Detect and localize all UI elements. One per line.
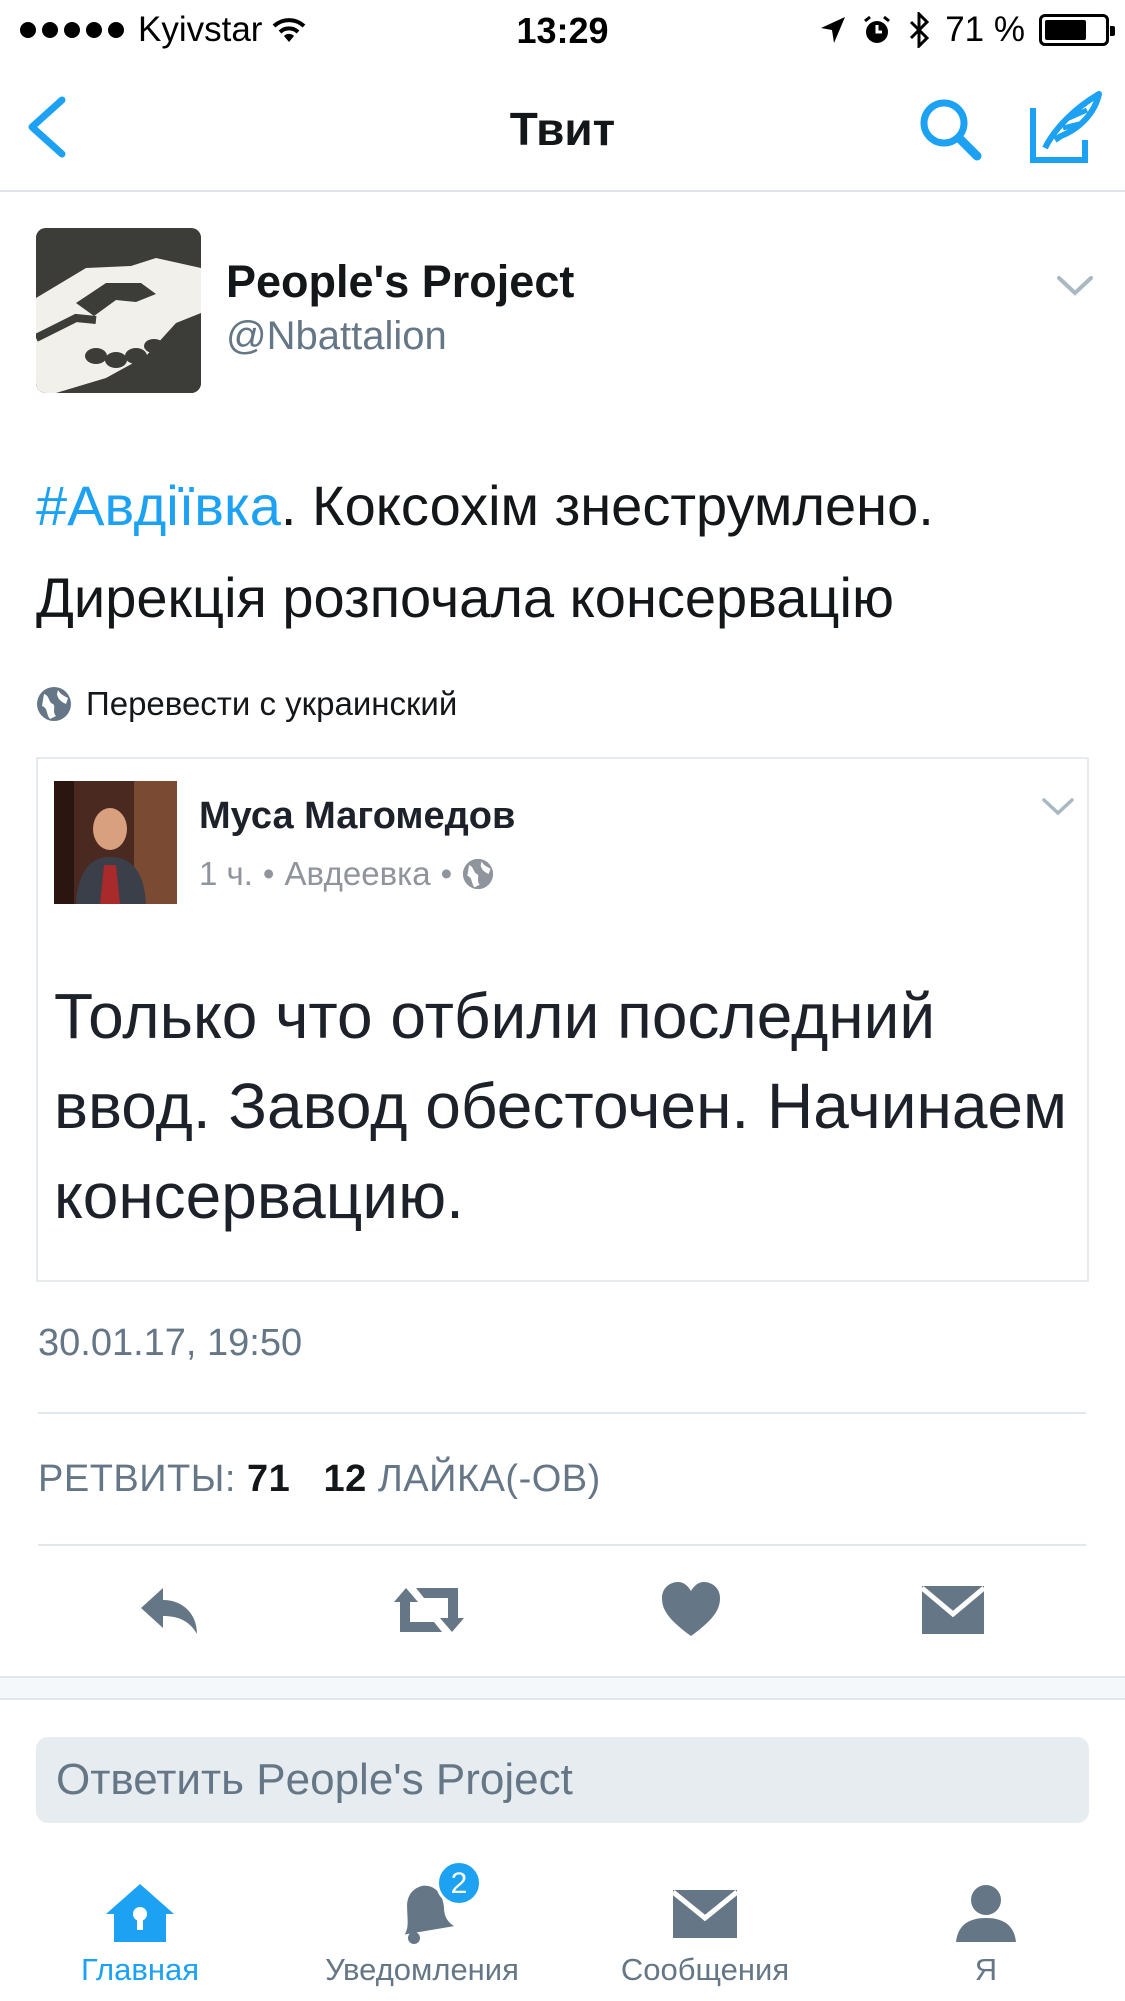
translate-label: Перевести с украинский <box>86 685 458 722</box>
battery-icon <box>1039 14 1115 46</box>
post-meta: 1 ч. • Авдеевка • <box>199 855 494 893</box>
tab-notifications[interactable]: 2 Уведомления <box>302 1858 542 2001</box>
post-options-chevron-icon[interactable] <box>1041 797 1075 817</box>
reply-input[interactable]: Ответить People's Project <box>36 1737 1089 1823</box>
person-photo-icon <box>54 781 177 904</box>
tab-bar: Главная 2 Уведомления Сообщения Я <box>0 1858 1125 2001</box>
tab-me[interactable]: Я <box>866 1858 1106 2001</box>
likes-count[interactable]: 12 <box>324 1458 367 1500</box>
divider <box>38 1544 1086 1546</box>
author-avatar[interactable] <box>36 228 201 393</box>
tweet-options-chevron-icon[interactable] <box>1055 274 1095 298</box>
post-text: Только что отбили последний ввод. Завод … <box>54 980 1067 1232</box>
handshake-logo-icon <box>36 228 201 393</box>
status-bar: Kyivstar 13:29 71 % <box>0 0 1125 62</box>
translate-link[interactable]: Перевести с украинский <box>36 685 457 723</box>
meta-separator: • <box>262 855 275 892</box>
compose-tweet-icon[interactable] <box>1025 88 1105 166</box>
location-arrow-icon <box>821 17 846 43</box>
likes-label[interactable]: ЛАЙКА(-ОВ) <box>378 1458 601 1500</box>
author-name[interactable]: People's Project <box>226 256 574 308</box>
reply-icon[interactable] <box>135 1580 205 1640</box>
tab-home-label: Главная <box>81 1952 199 1987</box>
home-icon <box>106 1884 174 1942</box>
tab-messages[interactable]: Сообщения <box>585 1858 825 2001</box>
tweet-timestamp: 30.01.17, 19:50 <box>38 1322 303 1364</box>
navigation-bar: Твит <box>0 62 1125 192</box>
author-handle[interactable]: @Nbattalion <box>226 314 447 359</box>
battery-percent: 71 % <box>945 10 1025 49</box>
alarm-clock-icon <box>864 15 891 43</box>
retweets-count[interactable]: 71 <box>247 1458 290 1500</box>
tab-home[interactable]: Главная <box>20 1858 260 2001</box>
section-separator <box>0 1676 1125 1700</box>
notifications-badge: 2 <box>436 1860 482 1906</box>
direct-message-icon[interactable] <box>918 1580 988 1640</box>
tweet-text: #Авдіївка. Коксохім знеструмлено. Дирекц… <box>36 460 1096 644</box>
search-icon[interactable] <box>915 94 985 164</box>
bluetooth-icon <box>910 12 930 48</box>
like-heart-icon[interactable] <box>656 1580 726 1640</box>
divider <box>38 1412 1086 1414</box>
tweet-stats: РЕТВИТЫ: 71 12 ЛАЙКА(-ОВ) <box>38 1458 601 1501</box>
retweet-icon[interactable] <box>394 1580 464 1640</box>
post-author-photo <box>54 781 177 904</box>
tab-notifications-label: Уведомления <box>325 1952 519 1987</box>
hashtag-link[interactable]: #Авдіївка <box>36 474 281 537</box>
embedded-post-card[interactable]: Муса Магомедов 1 ч. • Авдеевка • Только … <box>36 757 1089 1282</box>
globe-icon <box>37 687 71 721</box>
meta-separator: • <box>440 855 453 892</box>
post-author-name[interactable]: Муса Магомедов <box>199 795 515 838</box>
retweets-label[interactable]: РЕТВИТЫ: <box>38 1458 236 1500</box>
person-icon <box>956 1885 1016 1942</box>
post-time: 1 ч. <box>199 855 253 892</box>
envelope-icon <box>671 1890 739 1938</box>
public-globe-icon <box>463 858 494 890</box>
tab-messages-label: Сообщения <box>620 1952 790 1987</box>
post-location[interactable]: Авдеевка <box>284 855 430 893</box>
tab-me-label: Я <box>974 1952 998 1987</box>
status-right: 71 % <box>819 10 1115 50</box>
